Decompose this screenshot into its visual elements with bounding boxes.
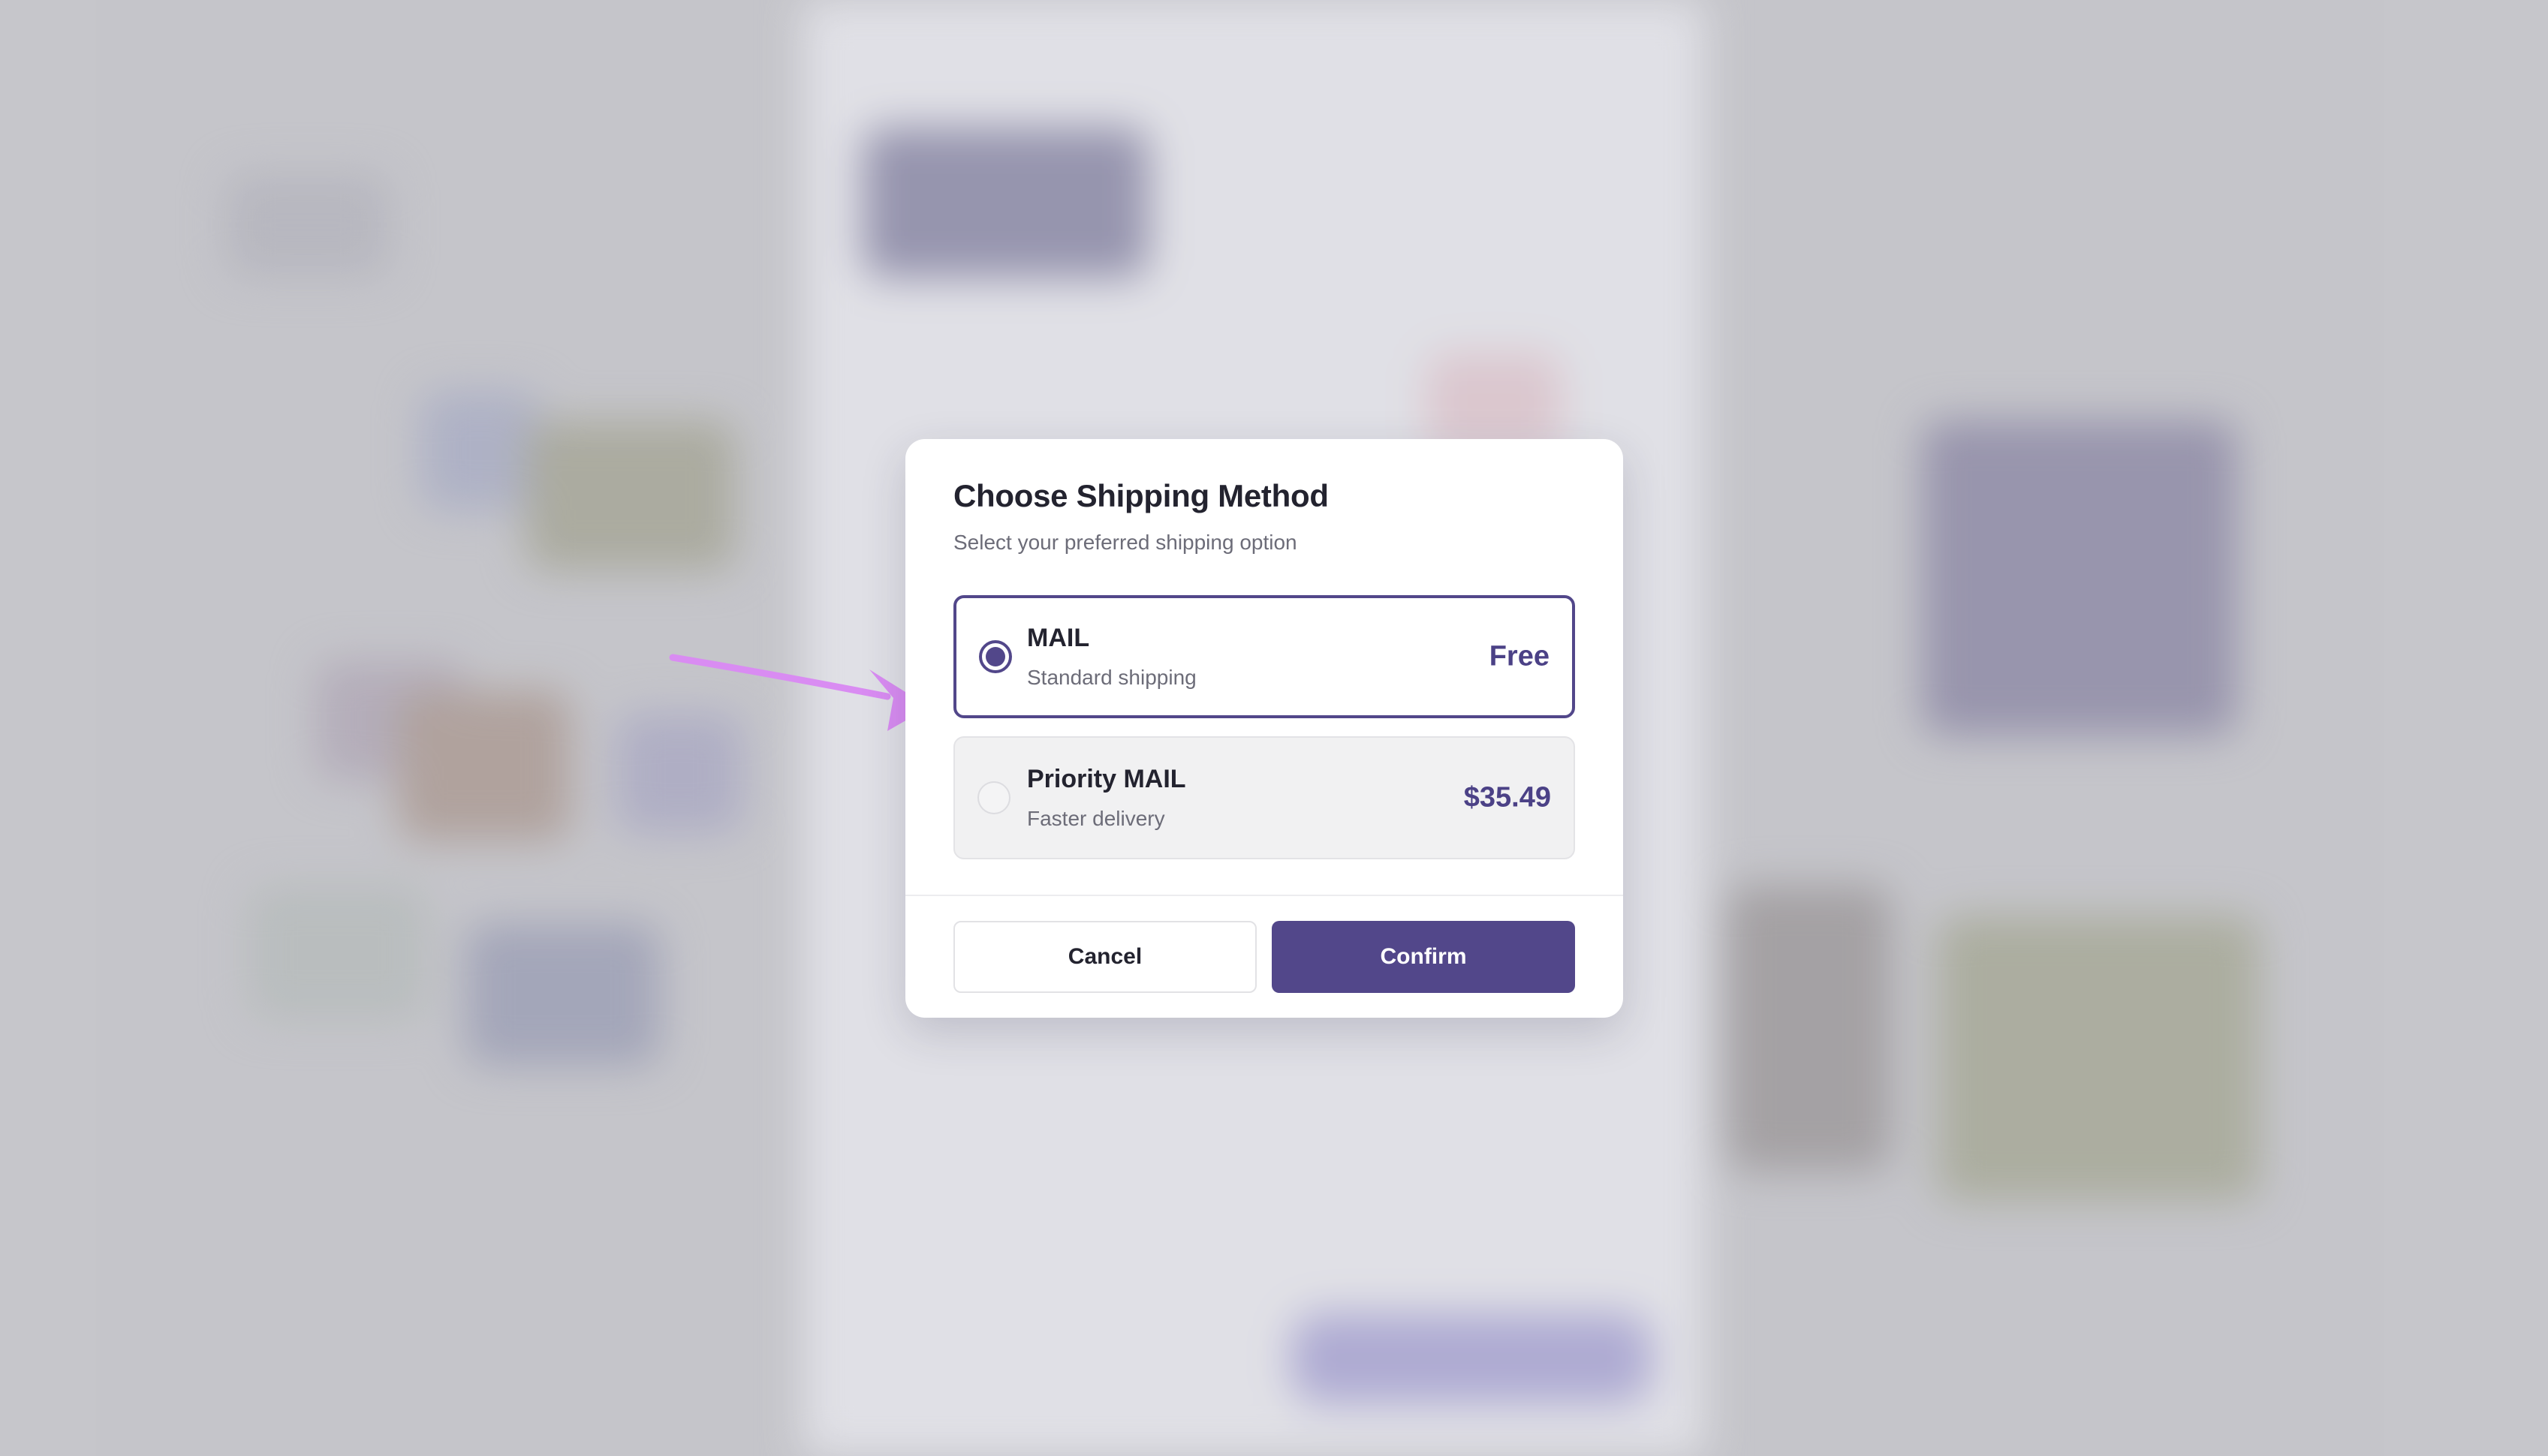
- option-description: Standard shipping: [1027, 666, 1197, 689]
- shipping-option-priority-mail[interactable]: Priority MAIL Faster delivery $35.49: [953, 736, 1575, 859]
- dialog-title: Choose Shipping Method: [953, 478, 1329, 513]
- option-price: Free: [1489, 640, 1550, 672]
- dialog-footer-divider: [905, 895, 1623, 896]
- radio-selected-icon[interactable]: [979, 640, 1012, 673]
- cancel-button[interactable]: Cancel: [953, 921, 1257, 993]
- radio-unselected-icon[interactable]: [977, 781, 1010, 814]
- confirm-button[interactable]: Confirm: [1272, 921, 1575, 993]
- option-price: $35.49: [1463, 781, 1551, 814]
- option-name: Priority MAIL: [1027, 765, 1186, 793]
- option-description: Faster delivery: [1027, 807, 1165, 830]
- dialog-subtitle: Select your preferred shipping option: [953, 531, 1297, 554]
- annotation-arrow-icon: [669, 654, 929, 731]
- option-name: MAIL: [1027, 624, 1090, 652]
- shipping-option-mail[interactable]: MAIL Standard shipping Free: [953, 595, 1575, 718]
- screen: Choose Shipping Method Select your prefe…: [0, 0, 2548, 1456]
- shipping-method-dialog: Choose Shipping Method Select your prefe…: [905, 439, 1623, 1018]
